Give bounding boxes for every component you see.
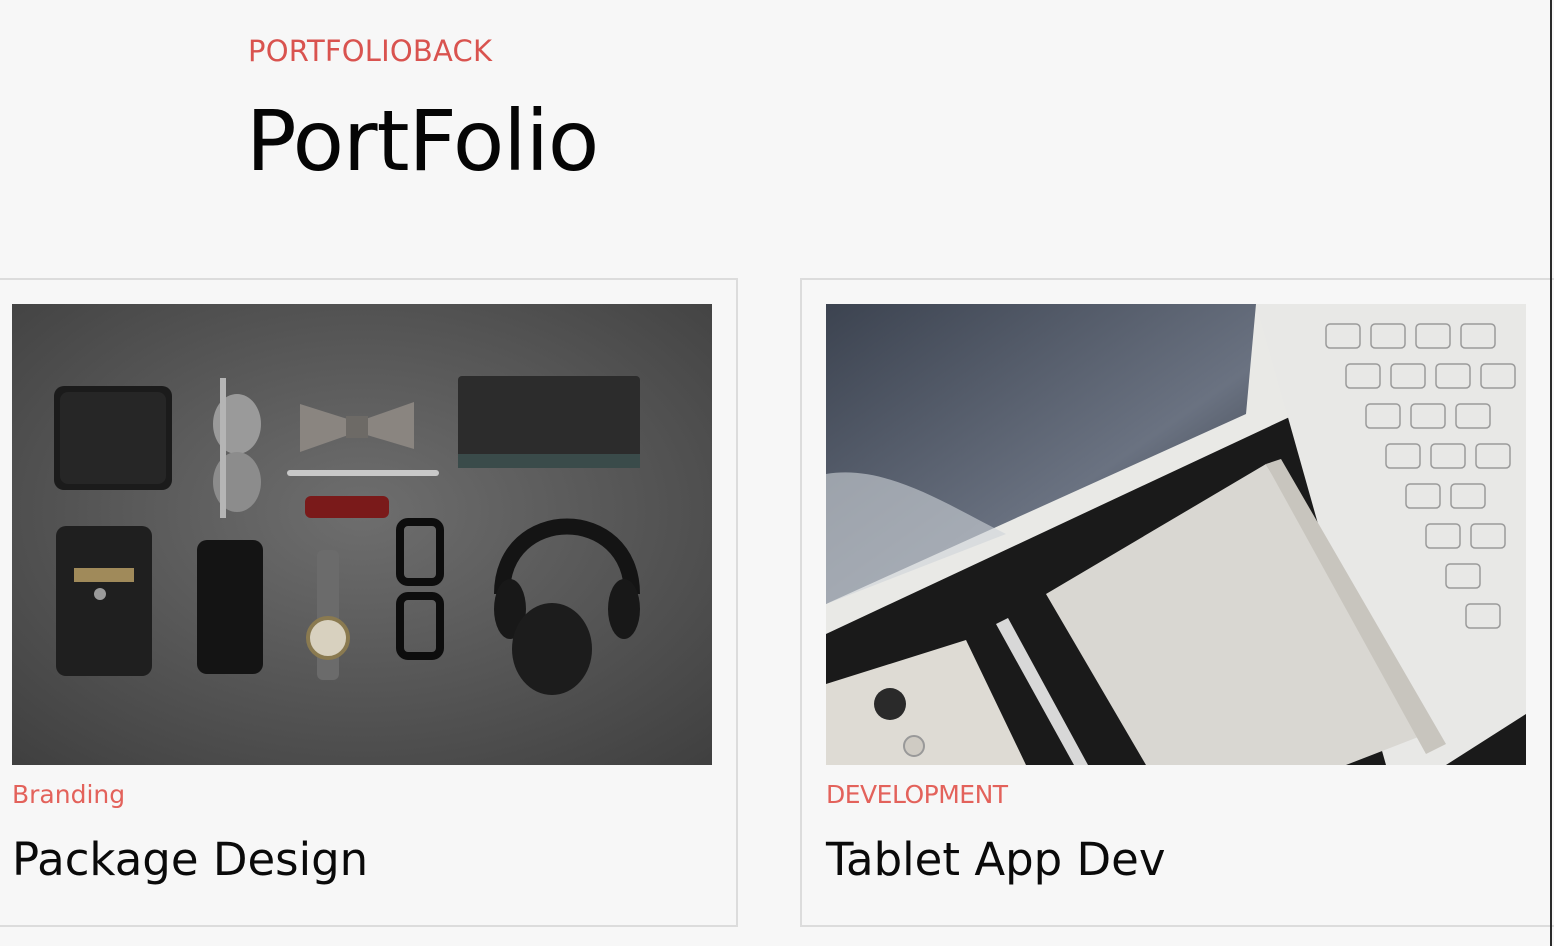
section-eyebrow: PORTFOLIOBACK — [248, 34, 493, 68]
portfolio-card-tablet-app-dev[interactable]: DEVELOPMENT Tablet App Dev — [800, 278, 1554, 927]
card-title[interactable]: Tablet App Dev — [826, 833, 1166, 886]
portfolio-page: PORTFOLIOBACK PortFolio Branding Package… — [0, 0, 1554, 946]
card-category[interactable]: DEVELOPMENT — [826, 780, 1008, 809]
window-edge-divider — [1550, 0, 1552, 946]
portfolio-card-package-design[interactable]: Branding Package Design — [0, 278, 738, 927]
portfolio-image-tablet[interactable] — [826, 304, 1526, 765]
card-title[interactable]: Package Design — [12, 833, 368, 886]
page-title: PortFolio — [246, 92, 599, 190]
card-category[interactable]: Branding — [12, 780, 125, 809]
portfolio-image-accessories[interactable] — [12, 304, 712, 765]
